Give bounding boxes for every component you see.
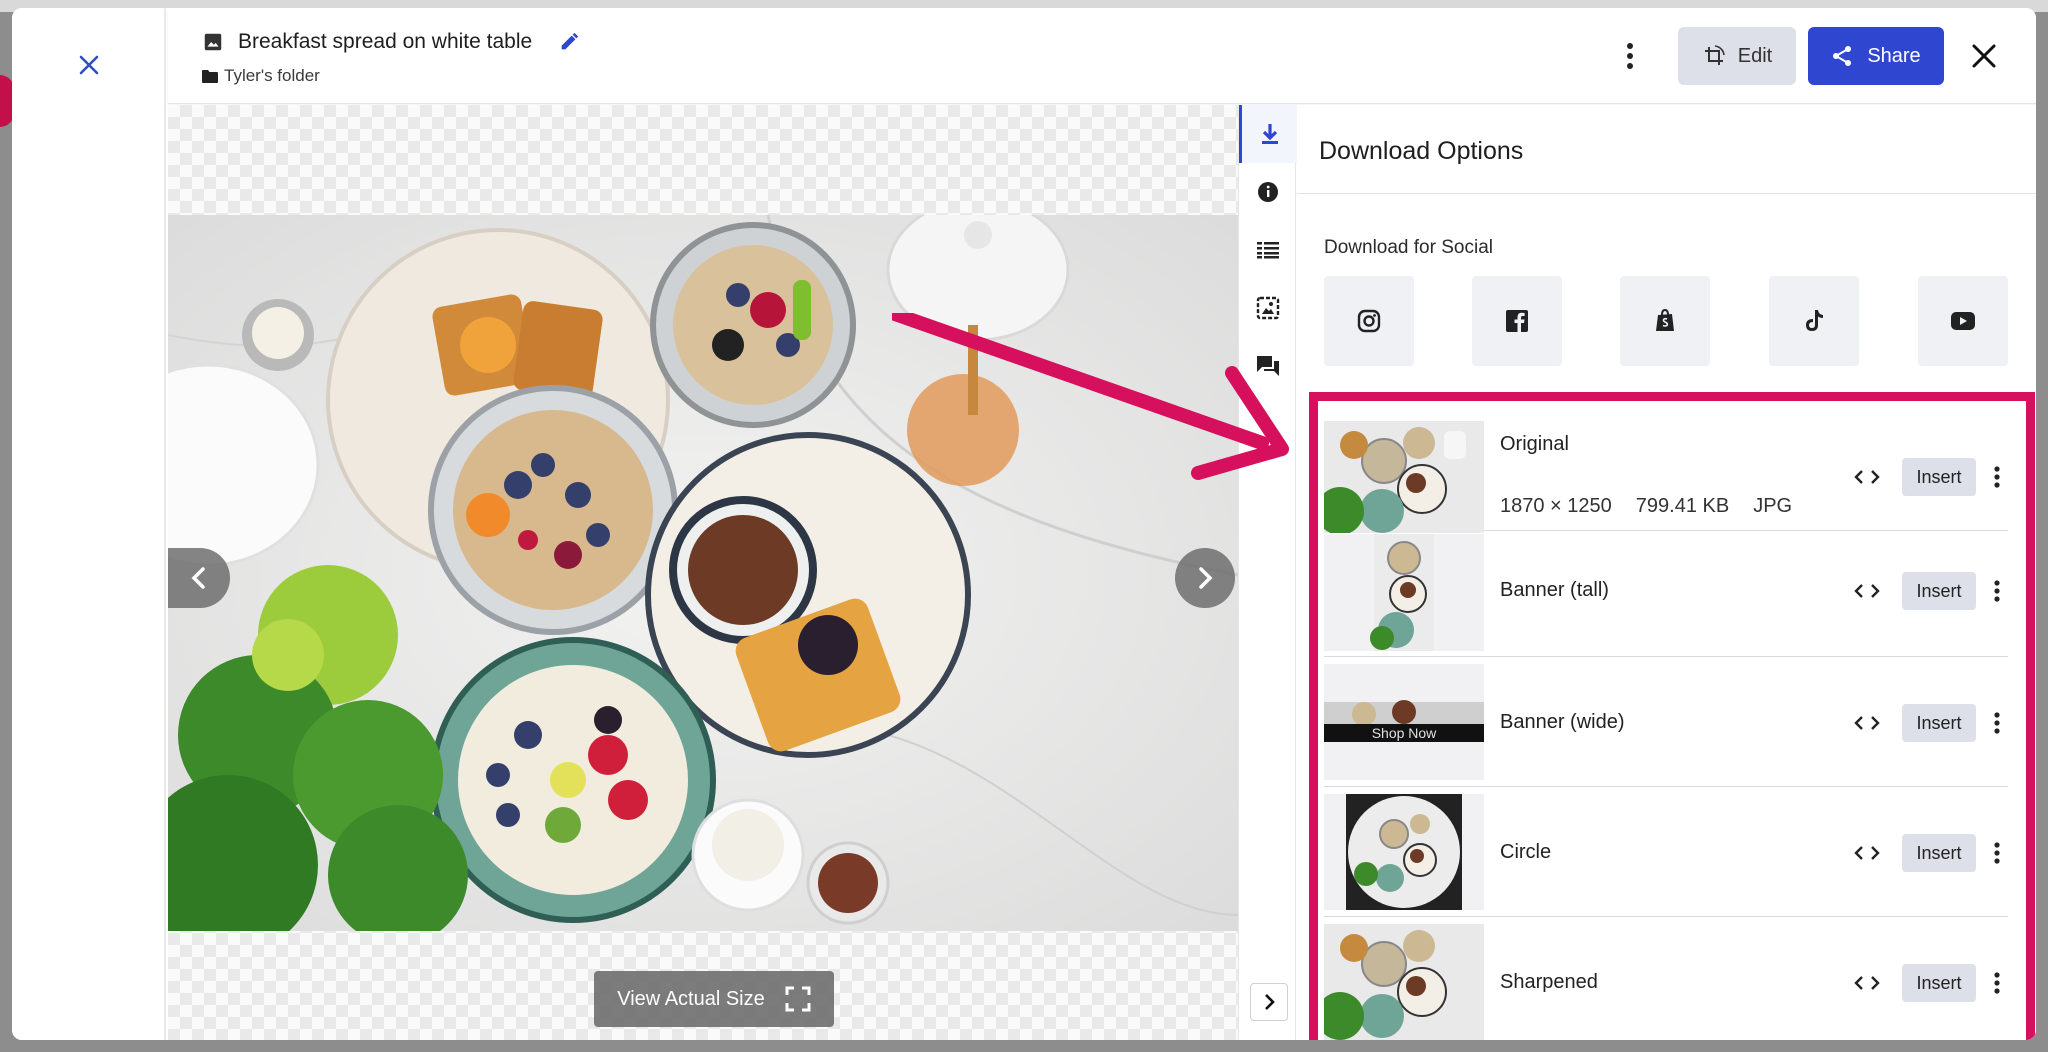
share-icon: [1833, 46, 1852, 66]
embed-code-icon[interactable]: [1854, 467, 1880, 487]
instagram-button[interactable]: [1324, 276, 1414, 366]
row-more-icon[interactable]: [1990, 579, 2004, 603]
row-more-icon[interactable]: [1990, 711, 2004, 735]
instagram-icon: [1357, 309, 1381, 333]
asset-title: Breakfast spread on white table: [238, 30, 533, 53]
close-modal-icon[interactable]: [1964, 36, 2004, 76]
side-rail: [1238, 105, 1297, 1040]
image-icon: [204, 33, 222, 51]
tiktok-button[interactable]: [1769, 276, 1859, 366]
left-gutter: [12, 8, 166, 1040]
crop-thumbnail: Shop Now: [1324, 664, 1484, 780]
crop-dimensions: 1870 × 1250: [1500, 495, 1612, 517]
embed-code-icon[interactable]: [1854, 973, 1880, 993]
crop-format: JPG: [1753, 495, 1793, 517]
shopify-button[interactable]: [1620, 276, 1710, 366]
crop-name: Banner (tall): [1500, 579, 1609, 601]
crop-row-sharpened[interactable]: Sharpened Insert: [1324, 917, 2008, 1040]
shopify-icon: [1656, 309, 1674, 331]
row-more-icon[interactable]: [1990, 465, 2004, 489]
embed-code-icon[interactable]: [1854, 843, 1880, 863]
crop-row-banner-tall[interactable]: Banner (tall) Insert: [1324, 531, 2008, 657]
comments-icon: [1257, 356, 1279, 376]
facebook-button[interactable]: [1472, 276, 1562, 366]
folder-breadcrumb[interactable]: Tyler's folder: [202, 66, 320, 86]
crop-filesize: 799.41 KB: [1635, 495, 1730, 517]
header-actions: Edit Share: [1610, 27, 2036, 85]
crops-tab[interactable]: [1239, 279, 1297, 337]
share-label: Share: [1867, 44, 1921, 67]
view-actual-size-label: View Actual Size: [617, 987, 765, 1010]
crop-rotate-icon: [1704, 45, 1725, 65]
fullscreen-icon: [785, 986, 811, 1012]
asset-modal: Breakfast spread on white table Tyler's …: [12, 8, 2036, 1040]
folder-name: Tyler's folder: [224, 66, 320, 85]
row-more-icon[interactable]: [1990, 971, 2004, 995]
row-more-icon[interactable]: [1990, 841, 2004, 865]
crop-thumbnail: [1324, 794, 1484, 910]
image-viewer: View Actual Size: [168, 105, 1238, 1040]
breakfast-photo: [168, 215, 1238, 931]
divider: [1297, 193, 2036, 194]
share-button[interactable]: Share: [1808, 27, 1944, 85]
youtube-button[interactable]: [1918, 276, 2008, 366]
close-icon[interactable]: [72, 48, 106, 82]
more-options-icon[interactable]: [1610, 28, 1650, 84]
embed-code-icon[interactable]: [1854, 713, 1880, 733]
previous-image-button[interactable]: [168, 548, 230, 608]
edit-title-icon[interactable]: [558, 31, 580, 53]
thumb-text: Shop Now: [1372, 725, 1437, 741]
crop-thumbnail: [1324, 421, 1484, 533]
panel-title: Download Options: [1319, 137, 1524, 165]
crop-name: Banner (wide): [1500, 711, 1625, 733]
view-actual-size-button[interactable]: View Actual Size: [594, 971, 834, 1027]
insert-button[interactable]: Insert: [1902, 704, 1976, 742]
crop-row-circle[interactable]: Circle Insert: [1324, 787, 2008, 917]
list-icon: [1257, 242, 1279, 259]
crop-thumbnail: [1324, 534, 1484, 651]
chevron-right-icon: [1199, 567, 1213, 589]
chevron-left-icon: [191, 567, 205, 589]
crop-name: Sharpened: [1500, 971, 1598, 993]
info-icon: [1258, 182, 1278, 202]
info-tab[interactable]: [1239, 163, 1297, 221]
insert-button[interactable]: Insert: [1902, 834, 1976, 872]
download-tab[interactable]: [1239, 105, 1297, 163]
download-icon: [1261, 124, 1278, 144]
chevron-right-icon: [1265, 994, 1275, 1010]
insert-button[interactable]: Insert: [1902, 964, 1976, 1002]
crop-meta: 1870 × 1250 799.41 KB JPG: [1500, 495, 1792, 518]
folder-icon: [202, 69, 218, 83]
crop-name: Original: [1500, 433, 1569, 455]
modal-header: Breakfast spread on white table Tyler's …: [168, 8, 2036, 104]
youtube-icon: [1951, 312, 1975, 330]
embed-code-icon[interactable]: [1854, 581, 1880, 601]
comments-tab[interactable]: [1239, 337, 1297, 395]
edit-label: Edit: [1737, 44, 1773, 67]
expand-panel-button[interactable]: [1250, 983, 1288, 1021]
tiktok-icon: [1806, 310, 1823, 331]
edit-button[interactable]: Edit: [1678, 27, 1796, 85]
next-image-button[interactable]: [1175, 548, 1235, 608]
image-crop-icon: [1256, 296, 1280, 320]
social-title: Download for Social: [1324, 237, 1493, 258]
crop-row-original[interactable]: Original 1870 × 1250 799.41 KB JPG Inser…: [1324, 413, 2008, 533]
facebook-icon: [1506, 310, 1528, 332]
details-tab[interactable]: [1239, 221, 1297, 279]
crop-thumbnail: [1324, 924, 1484, 1040]
download-options-panel: Download Options Download for Social Ori…: [1297, 105, 2036, 1040]
social-buttons: [1324, 276, 2008, 366]
insert-button[interactable]: Insert: [1902, 458, 1976, 496]
title-row: Breakfast spread on white table: [202, 30, 580, 54]
insert-button[interactable]: Insert: [1902, 572, 1976, 610]
crop-row-banner-wide[interactable]: Shop Now Banner (wide) Insert: [1324, 657, 2008, 787]
crop-name: Circle: [1500, 841, 1552, 863]
